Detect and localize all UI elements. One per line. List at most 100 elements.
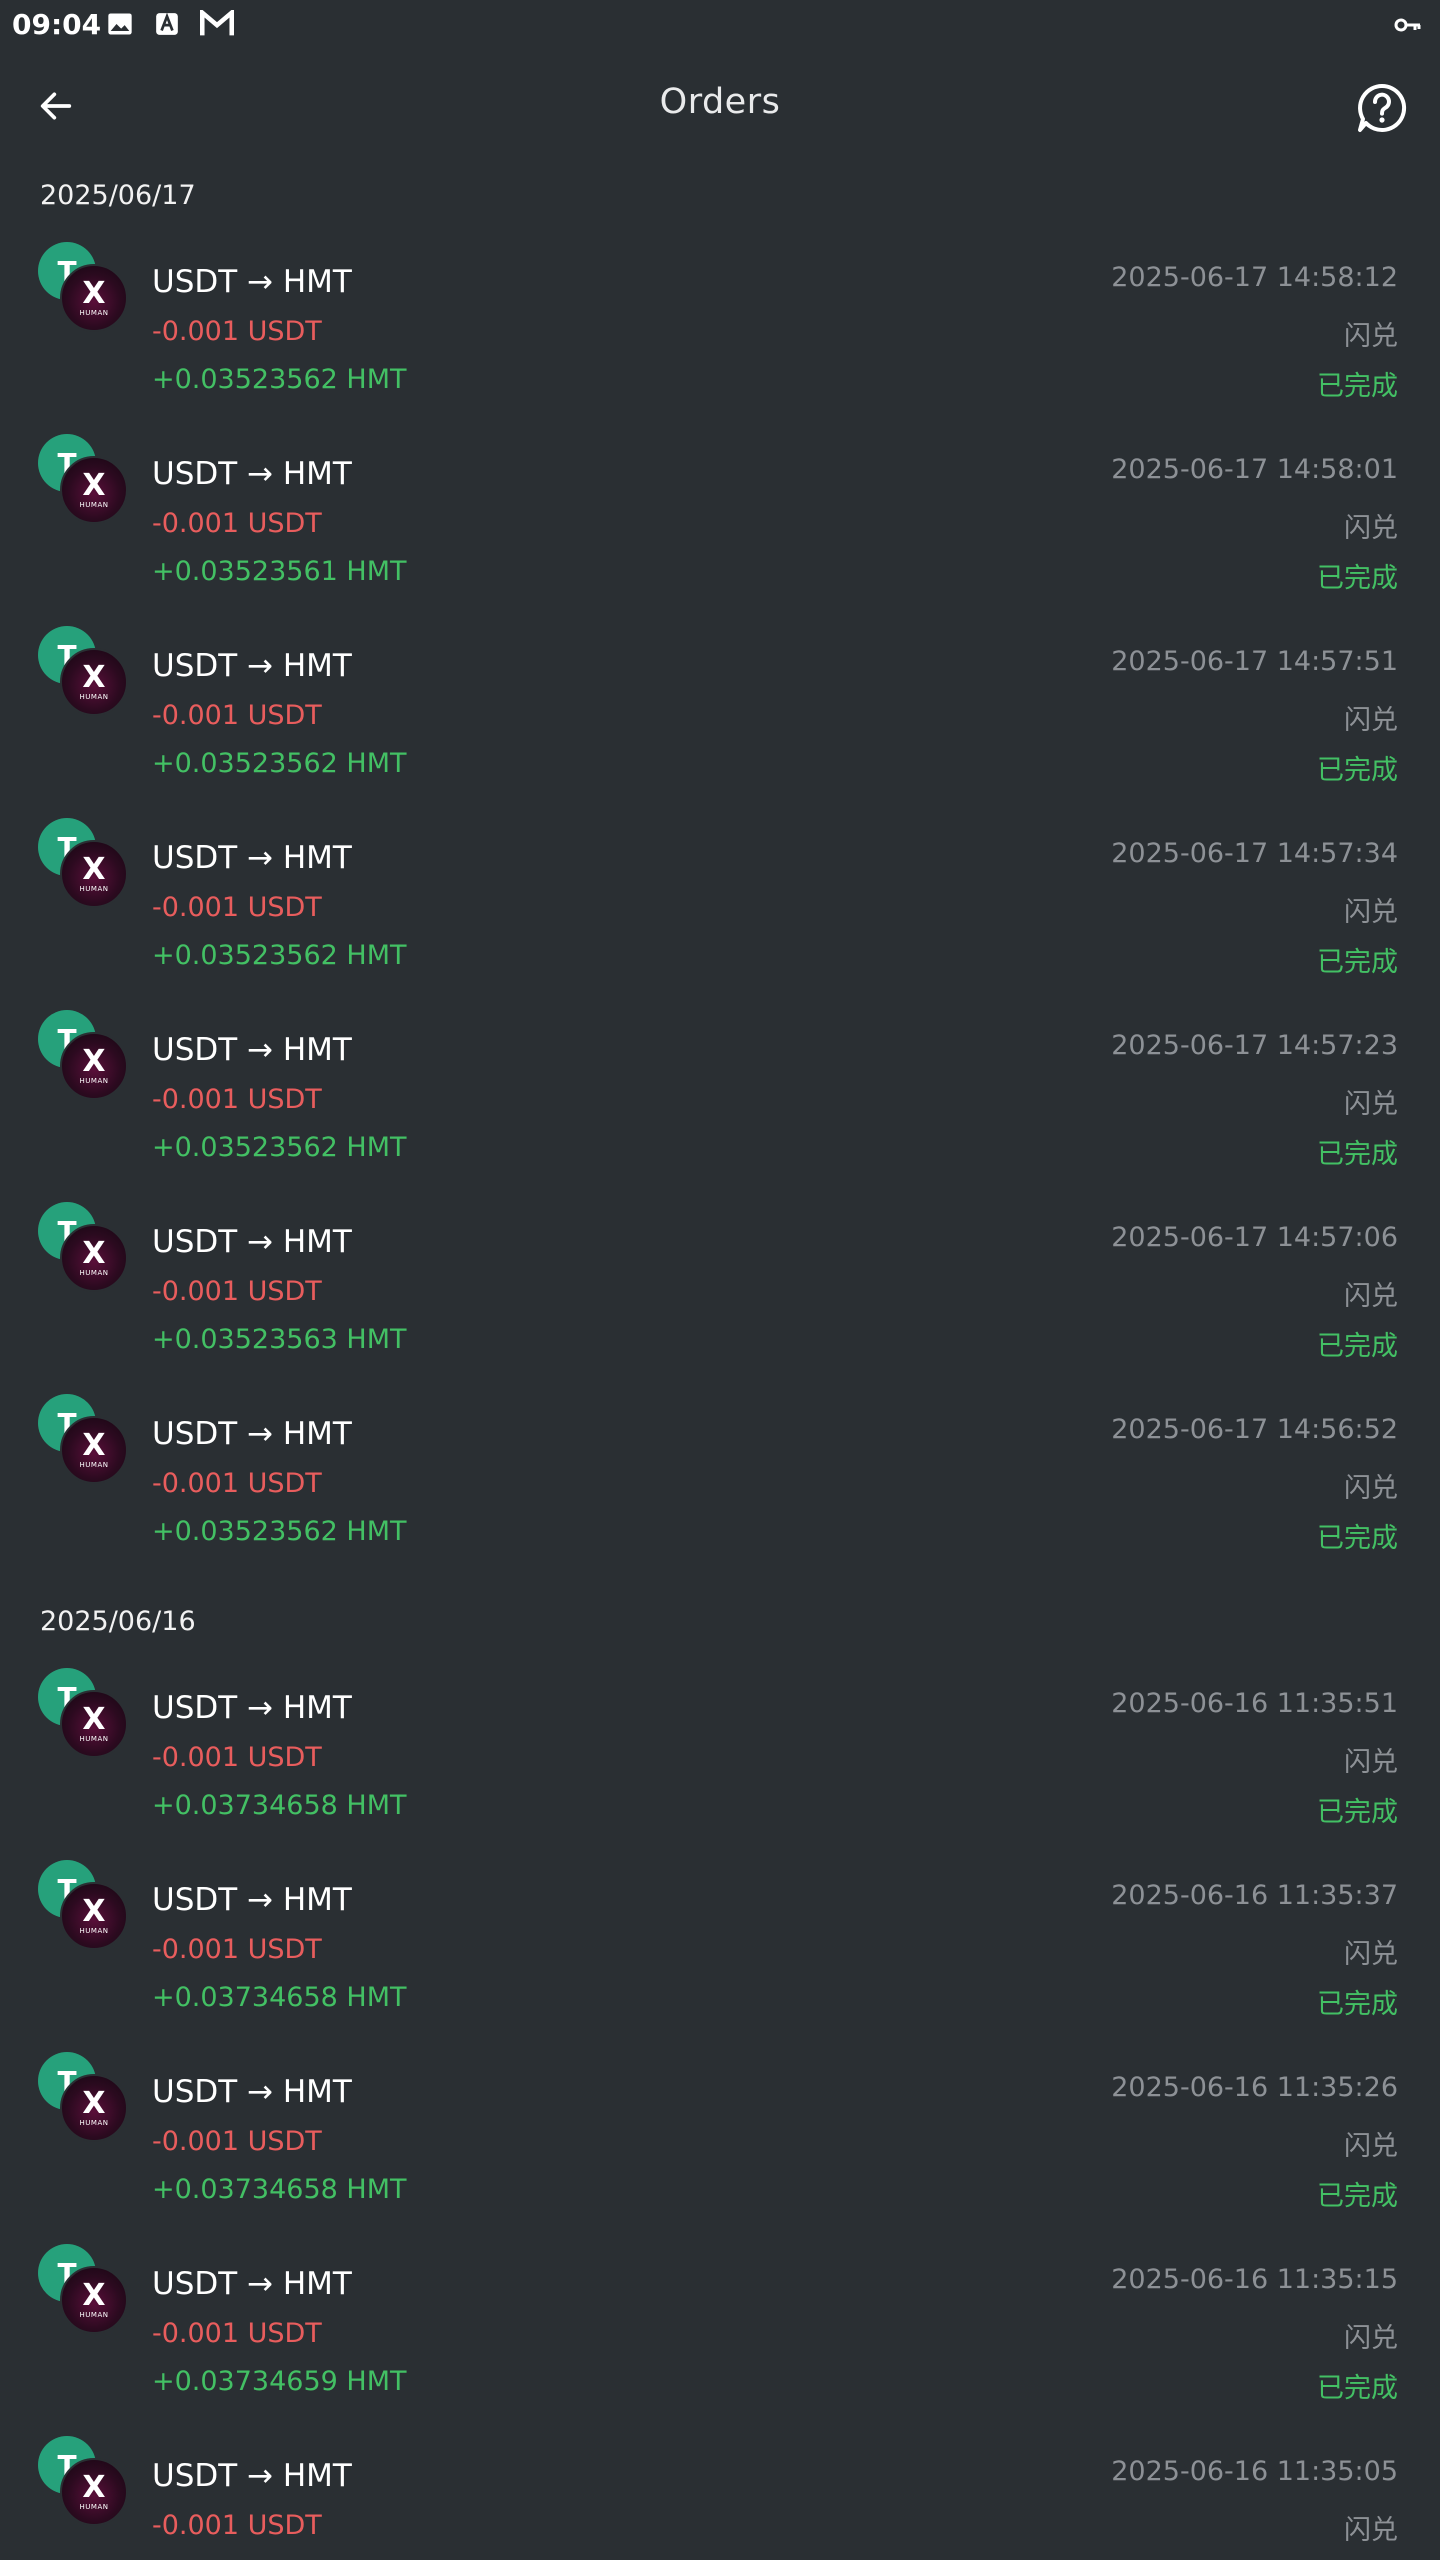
credit-amount: +0.03734659 HMT	[152, 2366, 407, 2397]
hmt-coin-icon: X HUMAN	[60, 1882, 128, 1950]
debit-amount: -0.001 USDT	[152, 2126, 322, 2157]
app-header: Orders	[0, 60, 1440, 150]
order-time: 2025-06-17 14:57:51	[1111, 646, 1398, 677]
order-row[interactable]: T X HUMAN USDT → HMT -0.001 USDT +0.0352…	[0, 804, 1440, 996]
order-pair: USDT → HMT	[152, 2074, 352, 2110]
hmt-glyph: X	[82, 2469, 106, 2505]
credit-amount: +0.03734658 HMT	[152, 1982, 407, 2013]
hmt-word: HUMAN	[79, 1926, 109, 1935]
order-row[interactable]: T X HUMAN USDT → HMT -0.001 USDT +0.0373…	[0, 2038, 1440, 2230]
debit-amount: -0.001 USDT	[152, 2510, 322, 2541]
date-header: 2025/06/17	[40, 180, 196, 211]
order-time: 2025-06-16 11:35:15	[1111, 2264, 1398, 2295]
hmt-coin-icon: X HUMAN	[60, 2074, 128, 2142]
status-icons	[106, 10, 234, 40]
debit-amount: -0.001 USDT	[152, 700, 322, 731]
order-pair: USDT → HMT	[152, 840, 352, 876]
hmt-coin-icon: X HUMAN	[60, 1224, 128, 1292]
order-row[interactable]: T X HUMAN USDT → HMT -0.001 USDT +0.0352…	[0, 996, 1440, 1188]
coin-pair-icon: T X HUMAN	[38, 2244, 128, 2334]
order-row[interactable]: T X HUMAN USDT → HMT -0.001 USDT +0.0352…	[0, 420, 1440, 612]
order-status: 已完成	[1317, 755, 1398, 786]
credit-amount: +0.03523562 HMT	[152, 940, 407, 971]
order-row[interactable]: T X HUMAN USDT → HMT -0.001 USDT +0.0373…	[0, 2230, 1440, 2422]
order-type: 闪兑	[1344, 2515, 1398, 2546]
order-type: 闪兑	[1344, 1473, 1398, 1504]
coin-pair-icon: T X HUMAN	[38, 2436, 128, 2526]
order-pair: USDT → HMT	[152, 1882, 352, 1918]
order-pair: USDT → HMT	[152, 2458, 352, 2494]
hmt-glyph: X	[82, 275, 106, 311]
hmt-word: HUMAN	[79, 1734, 109, 1743]
coin-pair-icon: T X HUMAN	[38, 434, 128, 524]
order-status: 已完成	[1317, 947, 1398, 978]
order-type: 闪兑	[1344, 1089, 1398, 1120]
coin-pair-icon: T X HUMAN	[38, 1010, 128, 1100]
hmt-coin-icon: X HUMAN	[60, 456, 128, 524]
order-time: 2025-06-17 14:58:01	[1111, 454, 1398, 485]
date-header: 2025/06/16	[40, 1606, 196, 1637]
order-status: 已完成	[1317, 371, 1398, 402]
hmt-coin-icon: X HUMAN	[60, 1690, 128, 1758]
order-row[interactable]: T X HUMAN USDT → HMT -0.001 USDT +0.0352…	[0, 612, 1440, 804]
order-time: 2025-06-17 14:56:52	[1111, 1414, 1398, 1445]
order-type: 闪兑	[1344, 705, 1398, 736]
order-row[interactable]: T X HUMAN USDT → HMT -0.001 USDT +0.0373…	[0, 2422, 1440, 2560]
order-status: 已完成	[1317, 1331, 1398, 1362]
mail-icon	[200, 10, 234, 36]
hmt-word: HUMAN	[79, 2502, 109, 2511]
hmt-glyph: X	[82, 1701, 106, 1737]
order-row[interactable]: T X HUMAN USDT → HMT -0.001 USDT +0.0352…	[0, 1380, 1440, 1572]
debit-amount: -0.001 USDT	[152, 892, 322, 923]
hmt-coin-icon: X HUMAN	[60, 840, 128, 908]
font-icon	[156, 12, 178, 35]
order-time: 2025-06-16 11:35:51	[1111, 1688, 1398, 1719]
order-time: 2025-06-16 11:35:05	[1111, 2456, 1398, 2487]
order-type: 闪兑	[1344, 513, 1398, 544]
order-row[interactable]: T X HUMAN USDT → HMT -0.001 USDT +0.0352…	[0, 1188, 1440, 1380]
order-type: 闪兑	[1344, 1281, 1398, 1312]
coin-pair-icon: T X HUMAN	[38, 1860, 128, 1950]
hmt-word: HUMAN	[79, 1076, 109, 1085]
debit-amount: -0.001 USDT	[152, 1276, 322, 1307]
credit-amount: +0.03523562 HMT	[152, 1516, 407, 1547]
hmt-coin-icon: X HUMAN	[60, 264, 128, 332]
hmt-coin-icon: X HUMAN	[60, 1032, 128, 1100]
order-type: 闪兑	[1344, 1747, 1398, 1778]
debit-amount: -0.001 USDT	[152, 316, 322, 347]
coin-pair-icon: T X HUMAN	[38, 626, 128, 716]
order-status: 已完成	[1317, 2181, 1398, 2212]
order-pair: USDT → HMT	[152, 2266, 352, 2302]
status-time: 09:04	[12, 8, 102, 41]
credit-amount: +0.03523561 HMT	[152, 556, 407, 587]
coin-pair-icon: T X HUMAN	[38, 1394, 128, 1484]
order-row[interactable]: T X HUMAN USDT → HMT -0.001 USDT +0.0373…	[0, 1846, 1440, 2038]
key-icon	[1394, 18, 1421, 32]
credit-amount: +0.03523563 HMT	[152, 1324, 407, 1355]
order-time: 2025-06-16 11:35:26	[1111, 2072, 1398, 2103]
hmt-word: HUMAN	[79, 2118, 109, 2127]
hmt-glyph: X	[82, 1235, 106, 1271]
hmt-glyph: X	[82, 1893, 106, 1929]
order-status: 已完成	[1317, 563, 1398, 594]
hmt-word: HUMAN	[79, 1460, 109, 1469]
order-time: 2025-06-17 14:57:34	[1111, 838, 1398, 869]
hmt-coin-icon: X HUMAN	[60, 648, 128, 716]
debit-amount: -0.001 USDT	[152, 1742, 322, 1773]
help-bubble-icon	[1358, 83, 1407, 132]
hmt-word: HUMAN	[79, 692, 109, 701]
order-row[interactable]: T X HUMAN USDT → HMT -0.001 USDT +0.0373…	[0, 1654, 1440, 1846]
hmt-glyph: X	[82, 1427, 106, 1463]
order-time: 2025-06-17 14:57:06	[1111, 1222, 1398, 1253]
order-pair: USDT → HMT	[152, 1224, 352, 1260]
coin-pair-icon: T X HUMAN	[38, 242, 128, 332]
order-time: 2025-06-16 11:35:37	[1111, 1880, 1398, 1911]
order-type: 闪兑	[1344, 1939, 1398, 1970]
order-row[interactable]: T X HUMAN USDT → HMT -0.001 USDT +0.0352…	[0, 228, 1440, 420]
order-pair: USDT → HMT	[152, 264, 352, 300]
hmt-coin-icon: X HUMAN	[60, 2266, 128, 2334]
credit-amount: +0.03523562 HMT	[152, 748, 407, 779]
help-button[interactable]	[1352, 78, 1412, 138]
order-status: 已完成	[1317, 1523, 1398, 1554]
credit-amount: +0.03523562 HMT	[152, 364, 407, 395]
